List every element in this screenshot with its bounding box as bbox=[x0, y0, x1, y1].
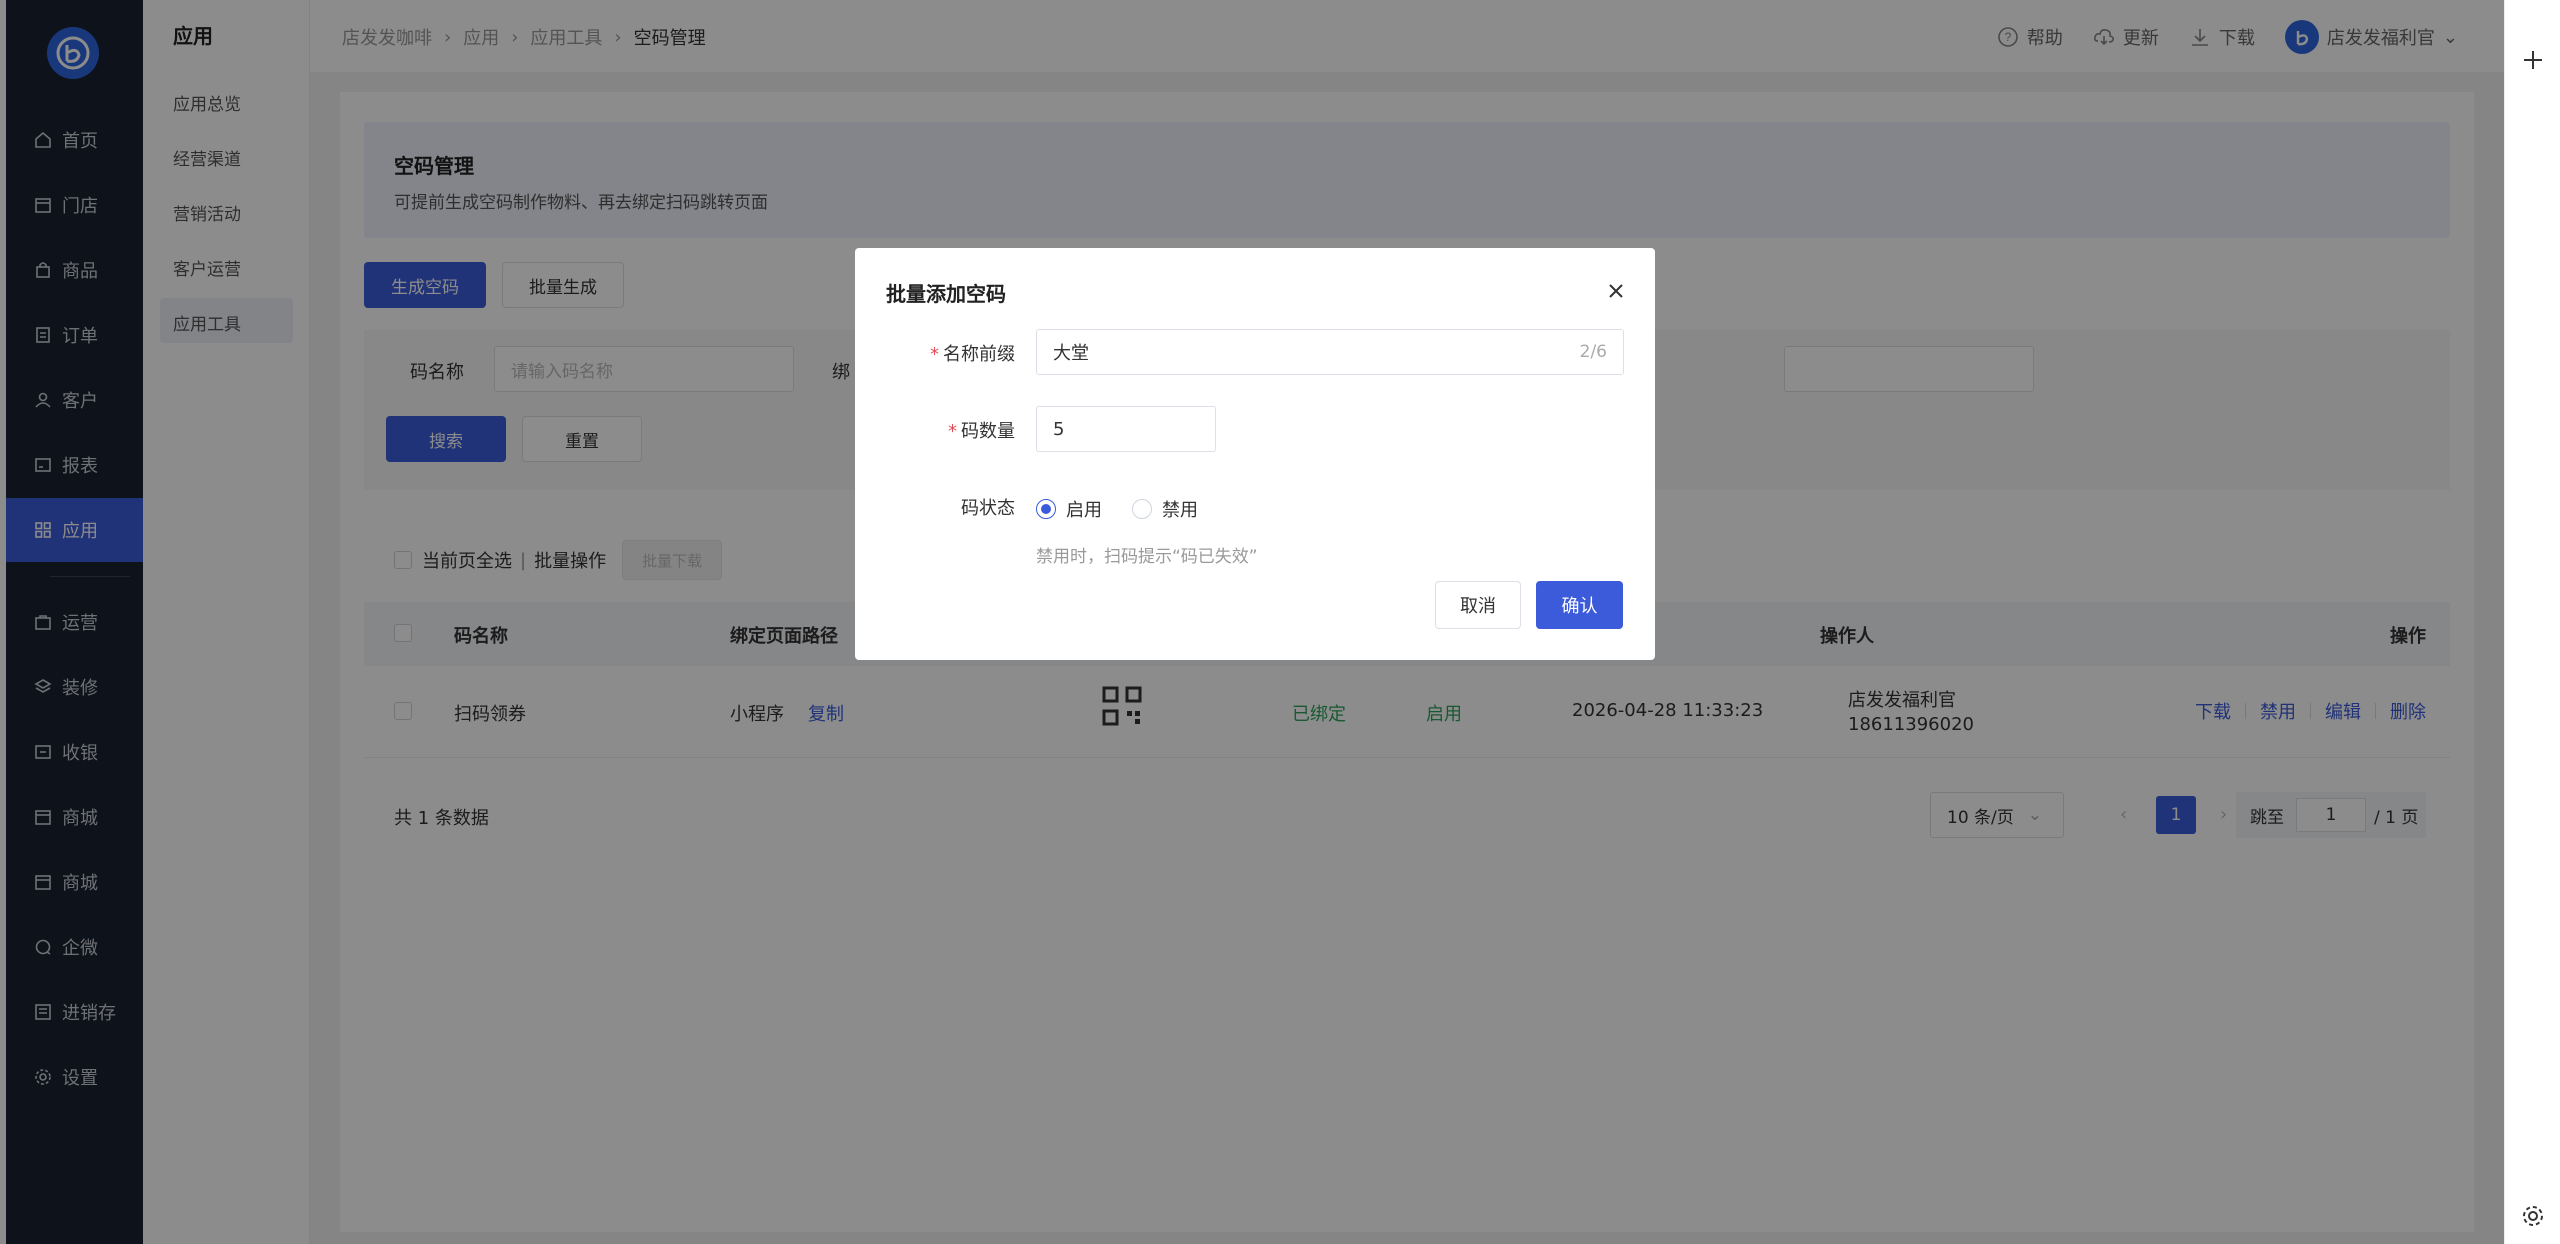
count-input[interactable]: 5 bbox=[1036, 406, 1216, 452]
status-hint: 禁用时，扫码提示“码已失效” bbox=[1036, 547, 1258, 567]
right-toolbar bbox=[2504, 0, 2560, 1244]
status-label: 码状态 bbox=[961, 498, 1015, 519]
status-radio-group: 启用 禁用 bbox=[1036, 496, 1198, 522]
dialog-title: 批量添加空码 bbox=[886, 282, 1006, 306]
prefix-counter: 2/6 bbox=[1579, 342, 1607, 362]
disable-radio[interactable] bbox=[1132, 499, 1152, 519]
confirm-button[interactable]: 确认 bbox=[1536, 581, 1623, 629]
enable-radio-label[interactable]: 启用 bbox=[1066, 496, 1102, 522]
prefix-value: 大堂 bbox=[1053, 343, 1089, 364]
gear-icon[interactable] bbox=[2521, 1204, 2545, 1228]
required-mark: * bbox=[948, 421, 957, 442]
count-value: 5 bbox=[1053, 418, 1065, 440]
cancel-button[interactable]: 取消 bbox=[1435, 581, 1521, 629]
disable-radio-label[interactable]: 禁用 bbox=[1162, 496, 1198, 522]
required-mark: * bbox=[930, 344, 939, 365]
plus-icon[interactable] bbox=[2521, 48, 2545, 72]
enable-radio[interactable] bbox=[1036, 499, 1056, 519]
prefix-label-text: 名称前缀 bbox=[943, 344, 1015, 365]
batch-add-dialog: 批量添加空码 * 名称前缀 大堂 2/6 * 码数量 5 码状态 启用 禁用 禁用时… bbox=[855, 248, 1655, 660]
prefix-input[interactable]: 大堂 2/6 bbox=[1036, 329, 1624, 375]
count-label: * 码数量 bbox=[855, 417, 1015, 443]
count-label-text: 码数量 bbox=[961, 421, 1015, 442]
prefix-label: * 名称前缀 bbox=[855, 340, 1015, 366]
close-icon[interactable] bbox=[1607, 282, 1625, 300]
